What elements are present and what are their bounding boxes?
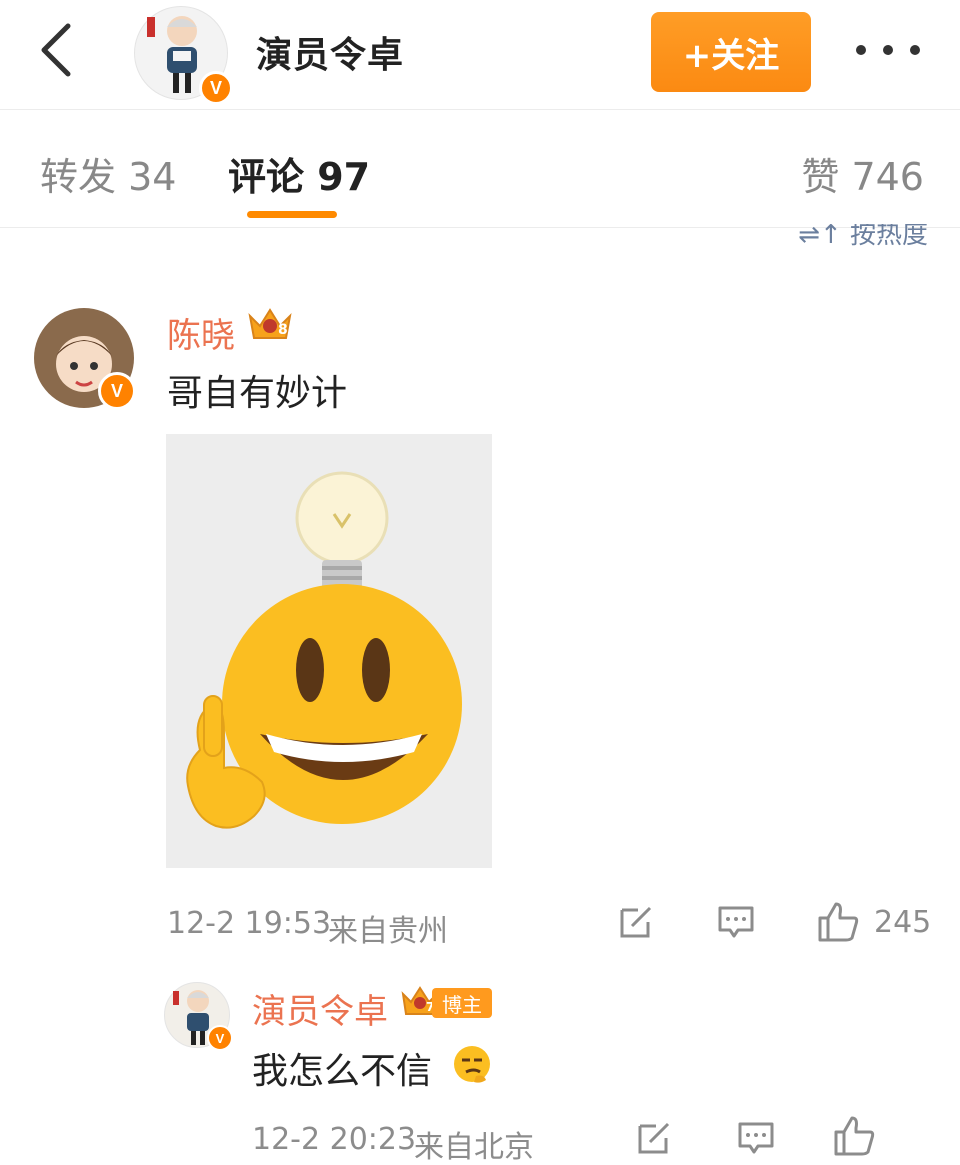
follow-button[interactable]: +关注	[651, 12, 811, 92]
reply-button[interactable]	[716, 902, 756, 942]
comment-icon	[718, 906, 754, 938]
tab-comments[interactable]: 评论 97	[228, 146, 370, 201]
verified-badge: V	[98, 372, 136, 410]
avatar[interactable]: V	[164, 982, 233, 1051]
more-dot-icon	[856, 45, 866, 55]
reply-time: 12-2 20:23	[252, 1122, 417, 1157]
comment-icon	[738, 1122, 774, 1154]
comment-image[interactable]	[166, 434, 492, 868]
like-button[interactable]	[832, 1114, 876, 1158]
like-button[interactable]: 245	[816, 900, 931, 944]
tab-reposts[interactable]: 转发 34	[40, 146, 176, 201]
smirk-emoji-icon	[452, 1044, 492, 1088]
page-title: 演员令卓	[256, 35, 405, 76]
active-tab-indicator	[247, 211, 337, 218]
comment-author[interactable]: 陈晓	[167, 308, 235, 357]
member-crown-icon: 8	[246, 304, 294, 350]
comment-time: 12-2 19:53	[167, 906, 332, 941]
like-count: 245	[874, 904, 932, 940]
comment-text: 哥自有妙计	[167, 373, 348, 414]
thumbs-up-icon	[834, 1116, 875, 1156]
blogger-badge: 博主	[432, 988, 492, 1018]
verified-badge: V	[199, 71, 233, 105]
edit-share-icon	[638, 1122, 670, 1154]
comment-location: 来自贵州	[328, 914, 448, 949]
repost-button[interactable]	[634, 1118, 674, 1158]
avatar[interactable]: V	[134, 6, 233, 105]
lightbulb-smiley-emoji-icon	[186, 471, 462, 829]
more-dot-icon	[910, 45, 920, 55]
reply-location: 来自北京	[414, 1130, 534, 1165]
reply-text: 我怎么不信	[252, 1051, 433, 1092]
more-button[interactable]	[856, 34, 920, 66]
thumbs-up-icon	[818, 902, 859, 942]
tab-bar: 转发 34 评论 97 赞 746	[0, 110, 960, 228]
chevron-left-icon	[41, 23, 71, 77]
edit-share-icon	[620, 906, 652, 938]
reply-button[interactable]	[736, 1118, 776, 1158]
back-button[interactable]	[28, 18, 84, 82]
more-dot-icon	[883, 45, 893, 55]
sort-toggle[interactable]: ⇌↑ 按热度	[798, 224, 928, 248]
repost-button[interactable]	[616, 902, 656, 942]
reply-author[interactable]: 演员令卓	[252, 984, 388, 1033]
top-bar: V 演员令卓 +关注	[0, 0, 960, 110]
tab-likes[interactable]: 赞 746	[801, 146, 924, 201]
verified-badge: V	[207, 1025, 233, 1051]
member-level: 8	[278, 322, 288, 338]
avatar[interactable]: V	[34, 308, 136, 410]
